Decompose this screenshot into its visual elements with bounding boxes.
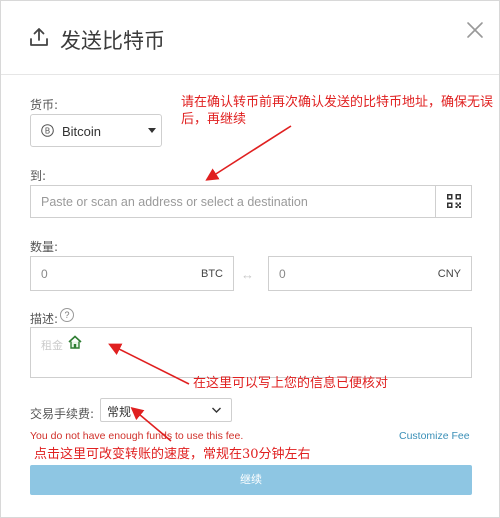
arrow-to-address xyxy=(205,125,292,181)
send-bitcoin-dialog: 发送比特币 货币: B Bitcoin 到: 数量: 0 BTC ↔ xyxy=(0,0,500,518)
annotation-arrows xyxy=(108,125,292,442)
arrow-to-description xyxy=(108,343,190,385)
arrow-to-fee xyxy=(130,406,172,442)
